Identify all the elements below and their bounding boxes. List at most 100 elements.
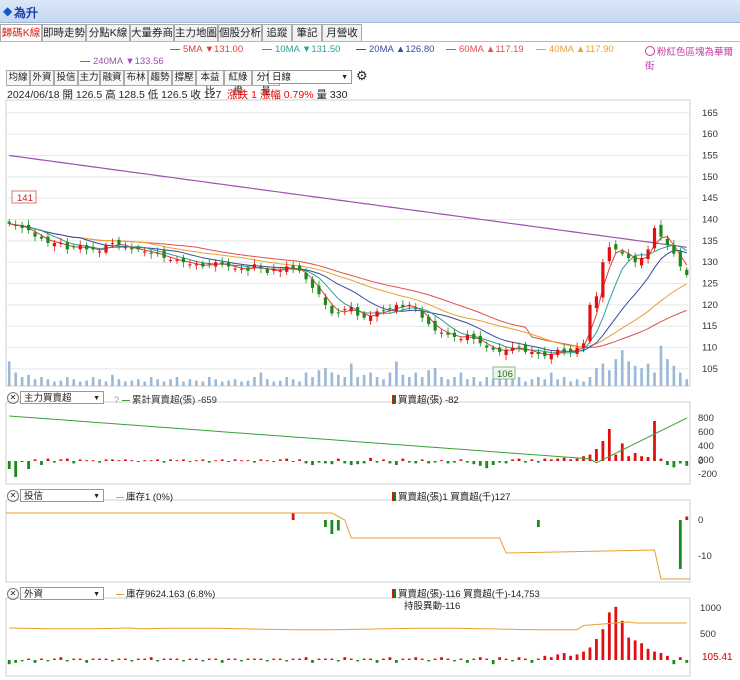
close-icon[interactable]: ✕ — [7, 392, 19, 404]
foreign-bar — [517, 657, 521, 660]
foreign-bar — [201, 660, 205, 662]
candle-body — [491, 347, 495, 350]
volume-bar — [91, 377, 95, 386]
legend-line-swatch — [116, 593, 124, 595]
main-force-bar — [7, 461, 11, 469]
volume-bar — [427, 370, 430, 386]
y-tick-label: 140 — [702, 215, 718, 226]
y-tick-label: 155 — [702, 150, 718, 161]
volume-bar — [569, 381, 572, 386]
foreign-bar — [588, 647, 592, 660]
foreign-bar — [407, 658, 411, 660]
main-force-bar — [40, 461, 43, 465]
foreign-bar — [427, 660, 431, 662]
foreign-bar — [659, 653, 663, 660]
candle-body — [156, 252, 160, 254]
volume-bar — [524, 381, 527, 386]
candle-body — [510, 347, 515, 351]
volume-bar — [414, 372, 418, 386]
volume-bar — [311, 377, 314, 386]
legend-line-swatch — [116, 496, 124, 498]
main-force-bar — [169, 459, 172, 461]
close-icon[interactable]: ✕ — [7, 490, 19, 502]
main-force-bar — [511, 459, 514, 461]
candle-body — [59, 243, 63, 245]
panel1-bar-label: 買賣超(張) -82 — [398, 395, 459, 406]
panel1-select[interactable]: 主力買賣超 ▼ — [20, 391, 104, 404]
foreign-bar — [104, 658, 108, 660]
main-force-bar — [343, 461, 347, 464]
panel2-select[interactable]: 投信 ▼ — [20, 489, 104, 502]
panel3-frame — [5, 597, 691, 677]
candle-body — [452, 332, 457, 337]
main-force-bar — [130, 460, 134, 462]
foreign-bar — [420, 658, 424, 660]
foreign-bar — [362, 658, 366, 660]
foreign-bar — [666, 655, 669, 660]
foreign-bar — [162, 658, 166, 660]
volume-bar — [246, 380, 250, 386]
main-force-bar — [491, 461, 495, 465]
main-force-bar — [407, 461, 411, 463]
candle-body — [117, 239, 121, 246]
main-force-bar — [472, 461, 476, 465]
foreign-bar — [317, 658, 321, 660]
foreign-bar — [672, 660, 676, 665]
candle-body — [517, 346, 521, 348]
main-force-bar — [272, 461, 276, 462]
volume-bar — [53, 381, 56, 386]
y-tick-label: 145 — [702, 193, 718, 204]
main-force-bar — [72, 461, 76, 464]
trust-bar — [536, 520, 540, 527]
candle-body — [7, 221, 11, 224]
volume-bar — [130, 380, 134, 386]
candle-body — [459, 339, 463, 341]
candle-body — [465, 334, 469, 341]
volume-bar — [124, 381, 127, 386]
candle-body — [201, 263, 205, 267]
foreign-bar — [123, 658, 127, 660]
candle-body — [375, 311, 379, 317]
close-icon[interactable]: ✕ — [7, 588, 19, 600]
volume-bar — [156, 379, 159, 386]
main-force-bar — [227, 461, 231, 462]
volume-bar — [356, 377, 359, 386]
foreign-bar — [285, 660, 289, 662]
candle-body — [575, 347, 579, 354]
chevron-down-icon: ▼ — [93, 395, 100, 402]
volume-bar — [640, 368, 643, 386]
volume-bar — [20, 377, 24, 386]
candle-body — [504, 349, 508, 356]
candle-body — [388, 308, 392, 310]
candle-body — [569, 348, 573, 352]
main-force-bar — [246, 460, 250, 462]
foreign-bar — [511, 660, 514, 662]
candle-body — [549, 353, 553, 360]
main-force-bar — [27, 461, 30, 469]
volume-bar — [85, 380, 88, 386]
foreign-bar — [653, 651, 656, 660]
chart-canvas[interactable]: 105 110 115 120 125 130 135 140 145 150 155 160 165 1… — [0, 0, 740, 680]
main-force-bar — [382, 459, 385, 461]
volume-bar — [595, 368, 598, 386]
main-force-bar — [143, 460, 147, 462]
foreign-bar — [169, 658, 172, 660]
candle-body — [130, 247, 134, 250]
candle-body — [368, 315, 373, 321]
panel3-select[interactable]: 外資 ▼ — [20, 587, 104, 600]
candle-body — [640, 257, 644, 266]
foreign-bar — [130, 660, 134, 662]
volume-bar — [330, 372, 334, 386]
y-tick-label: 135 — [702, 236, 718, 247]
candle-body — [310, 279, 315, 288]
panel1-frame — [5, 401, 691, 485]
candle-body — [239, 268, 244, 270]
candle-body — [72, 246, 76, 248]
main-force-bar — [356, 461, 360, 465]
foreign-bar — [27, 658, 30, 660]
volume-bar — [278, 380, 282, 386]
volume-bar — [459, 372, 463, 386]
foreign-bar — [343, 657, 347, 660]
candle-body — [104, 245, 108, 253]
y-tick-label: 165 — [702, 108, 718, 119]
